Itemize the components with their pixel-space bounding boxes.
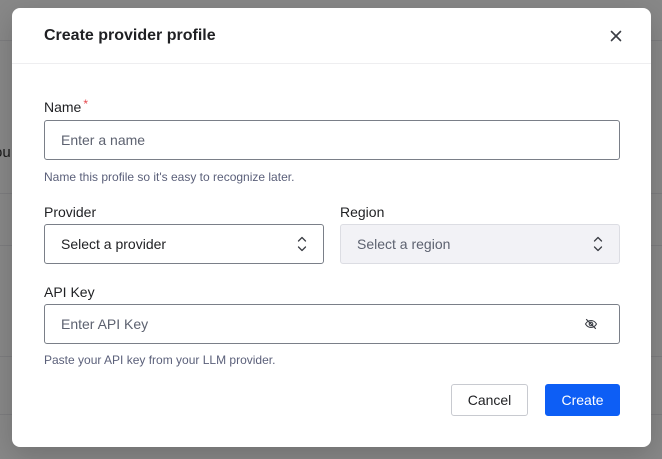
name-helper-text: Name this profile so it's easy to recogn… [44,170,295,184]
provider-select[interactable]: Select a provider [44,224,324,264]
api-key-label: API Key [44,284,95,300]
close-button[interactable] [607,27,625,45]
create-button[interactable]: Create [545,384,620,416]
chevron-up-down-icon [297,235,307,253]
eye-off-icon[interactable] [584,317,598,331]
provider-selected-value: Select a provider [61,236,167,252]
region-selected-value: Select a region [357,236,451,252]
region-label: Region [340,204,385,220]
chevron-up-down-icon [593,235,603,253]
provider-label: Provider [44,204,97,220]
name-label: Name * [44,97,89,115]
api-key-helper-text: Paste your API key from your LLM provide… [44,353,276,367]
cancel-button[interactable]: Cancel [451,384,528,416]
required-mark: * [83,97,89,111]
name-input[interactable] [44,120,620,160]
region-select: Select a region [340,224,620,264]
create-provider-profile-dialog: Create provider profile Name* Name this … [12,8,651,447]
close-icon [610,30,622,42]
name-label-text: Name [44,99,82,115]
modal-header: Create provider profile [12,8,651,64]
api-key-field [44,304,620,344]
dialog-title: Create provider profile [44,27,216,44]
api-key-input[interactable] [44,304,620,344]
